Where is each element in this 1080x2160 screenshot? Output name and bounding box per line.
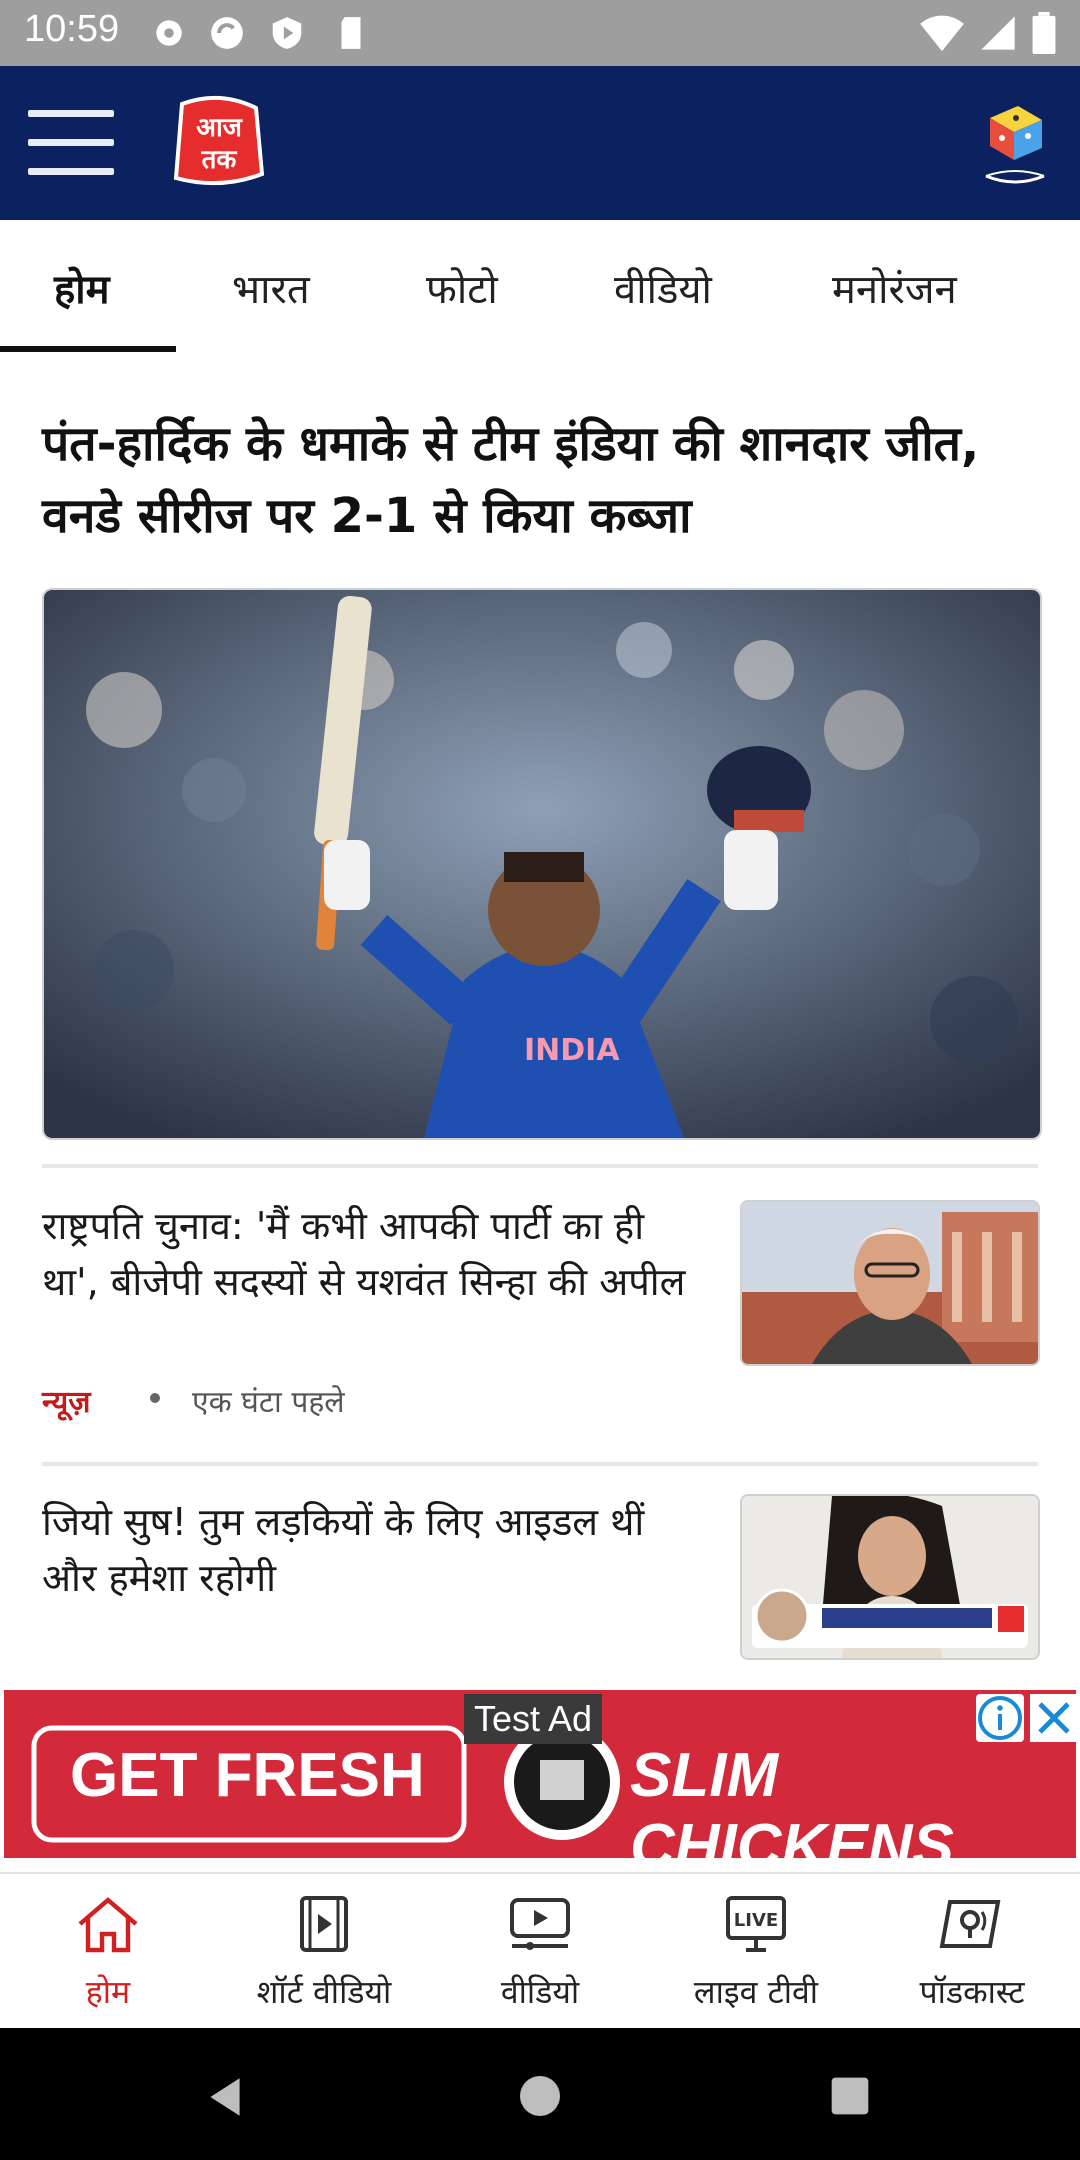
- menu-icon[interactable]: [28, 110, 114, 175]
- ad-info-icon[interactable]: [976, 1694, 1024, 1742]
- ad-left-text[interactable]: GET FRESH: [70, 1740, 425, 1811]
- bottom-navigation: होम शॉर्ट वीडियो वीडियो LIVE लाइव टीवी प…: [0, 1872, 1080, 2030]
- home-icon: [78, 1897, 138, 1953]
- svg-text:तक: तक: [201, 145, 238, 175]
- nav-short-video-label: शॉर्ट वीडियो: [256, 1973, 392, 2011]
- aaj-tak-logo[interactable]: आज तक: [170, 94, 268, 190]
- shield-play-icon: [272, 17, 302, 49]
- divider: [42, 1462, 1038, 1466]
- recents-icon[interactable]: [828, 2074, 872, 2118]
- ad-close-icon[interactable]: [1030, 1694, 1078, 1742]
- ad-test-label: Test Ad: [464, 1694, 603, 1744]
- nav-podcast[interactable]: पॉडकास्ट: [864, 1874, 1080, 2030]
- svg-text:LIVE: LIVE: [734, 1910, 778, 1931]
- system-navigation-bar: [0, 2028, 1080, 2160]
- story-thumbnail[interactable]: [740, 1200, 1040, 1366]
- story-thumbnail[interactable]: [740, 1494, 1040, 1660]
- battery-icon: [1032, 12, 1056, 54]
- nav-podcast-label: पॉडकास्ट: [919, 1973, 1025, 2011]
- nav-short-video[interactable]: शॉर्ट वीडियो: [216, 1874, 432, 2030]
- svg-text:आज: आज: [196, 113, 244, 143]
- sync-icon: [211, 17, 243, 49]
- meta-separator-dot: [150, 1393, 160, 1403]
- nav-video[interactable]: वीडियो: [432, 1874, 648, 2030]
- tab-bharat[interactable]: भारत: [232, 260, 310, 315]
- nav-live-tv-label: लाइव टीवी: [693, 1973, 819, 2011]
- sd-card-icon: [341, 17, 361, 49]
- story-timestamp: एक घंटा पहले: [192, 1385, 345, 1420]
- nav-home-label: होम: [85, 1973, 131, 2011]
- divider: [42, 1164, 1038, 1168]
- lead-story-image[interactable]: INDIA: [42, 588, 1042, 1140]
- category-tabs: होम भारत फोटो वीडियो मनोरंजन: [0, 220, 1080, 352]
- signal-icon: [981, 16, 1015, 50]
- tab-video[interactable]: वीडियो: [614, 260, 712, 315]
- nav-video-label: वीडियो: [500, 1973, 580, 2011]
- svg-text:INDIA: INDIA: [524, 1033, 620, 1068]
- status-time: 10:59: [24, 8, 120, 50]
- home-button-icon[interactable]: [516, 2072, 564, 2120]
- lead-story-title[interactable]: पंत-हार्दिक के धमाके से टीम इंडिया की शा…: [42, 408, 1032, 552]
- tab-home[interactable]: होम: [54, 260, 110, 315]
- wifi-icon: [920, 15, 964, 52]
- short-video-icon: [300, 1896, 348, 1952]
- nav-live-tv[interactable]: LIVE लाइव टीवी: [648, 1874, 864, 2030]
- story-title[interactable]: जियो सुष! तुम लड़कियों के लिए आइडल थीं औ…: [42, 1494, 702, 1606]
- video-icon: [510, 1898, 570, 1950]
- story-title[interactable]: राष्ट्रपति चुनाव: 'मैं कभी आपकी पार्टी क…: [42, 1198, 702, 1310]
- status-bar: 10:59: [0, 0, 1080, 66]
- tab-entertainment[interactable]: मनोरंजन: [832, 260, 957, 315]
- back-icon[interactable]: [200, 2072, 250, 2122]
- story-category[interactable]: न्यूज़: [42, 1380, 91, 1421]
- ad-right-text[interactable]: SLIM CHICKENS: [630, 1740, 1080, 1882]
- live-tv-icon: LIVE: [726, 1896, 786, 1952]
- nav-home[interactable]: होम: [0, 1874, 216, 2030]
- app-header: आज तक: [0, 66, 1080, 220]
- game-dice-icon[interactable]: [980, 98, 1050, 188]
- tab-photo[interactable]: फोटो: [426, 260, 498, 315]
- status-right-icons: [920, 12, 1056, 54]
- active-tab-indicator: [0, 346, 176, 352]
- podcast-icon: [939, 1900, 1001, 1948]
- settings-icon: [156, 20, 182, 46]
